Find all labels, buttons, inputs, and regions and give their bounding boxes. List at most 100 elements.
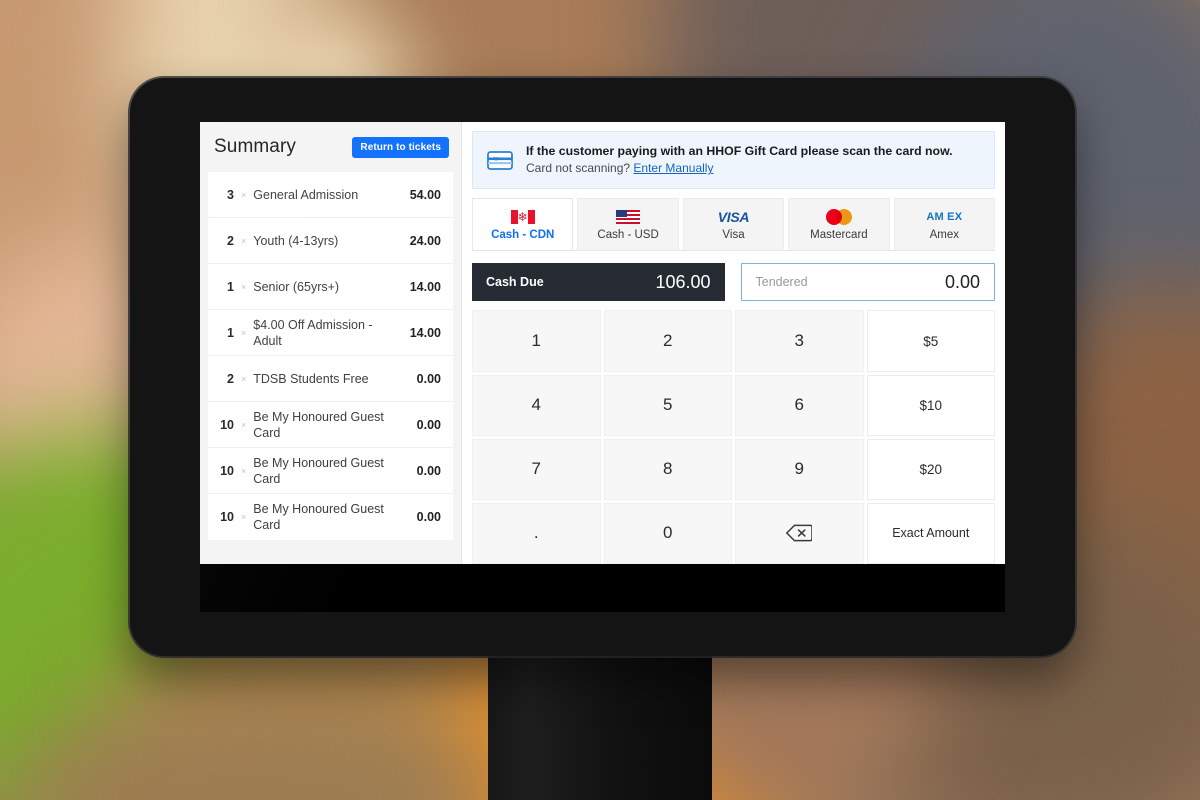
monitor-screen: Summary Return to tickets 3 × General Ad… (200, 122, 1005, 612)
key-label: 1 (531, 331, 541, 351)
canada-flag-icon: ❄ (510, 209, 535, 226)
key-label: 6 (794, 395, 804, 415)
key-0[interactable]: 0 (603, 502, 732, 564)
summary-row-price: 54.00 (409, 187, 441, 202)
summary-row-qty: 2 (227, 371, 234, 386)
key-label: 9 (794, 459, 804, 479)
pos-application: Summary Return to tickets 3 × General Ad… (200, 122, 1005, 564)
monitor-bezel: Summary Return to tickets 3 × General Ad… (130, 78, 1075, 656)
usa-flag-icon (616, 209, 641, 226)
summary-row[interactable]: 3 × General Admission 54.00 (208, 172, 453, 218)
tab-mastercard[interactable]: Mastercard (788, 198, 890, 251)
summary-row-name: Be My Honoured Guest Card (253, 502, 384, 532)
summary-row-name: $4.00 Off Admission - Adult (253, 317, 373, 348)
tab-amex[interactable]: AM EX Amex (893, 198, 996, 251)
banner-primary-text: If the customer paying with an HHOF Gift… (526, 144, 953, 158)
summary-row-name: Be My Honoured Guest Card (253, 455, 384, 486)
payment-panel: If the customer paying with an HHOF Gift… (462, 122, 1005, 564)
multiply-icon: × (241, 373, 247, 384)
summary-row-qty: 10 (220, 417, 234, 432)
summary-row[interactable]: 10 × Be My Honoured Guest Card 0.00 (208, 448, 453, 494)
summary-row-price: 14.00 (409, 325, 441, 340)
key-label: Exact Amount (892, 526, 970, 541)
multiply-icon: × (241, 419, 247, 430)
tendered-label: Tendered (755, 275, 808, 290)
visa-logo-icon: VISA (717, 209, 750, 226)
multiply-icon: × (241, 189, 247, 200)
tab-cash-cdn[interactable]: ❄ Cash - CDN (472, 198, 574, 251)
enter-manually-link[interactable]: Enter Manually (633, 161, 713, 175)
summary-row-price: 0.00 (416, 463, 441, 478)
payment-method-tabs: ❄ Cash - CDN Cash - USD VISA Visa Master… (472, 198, 996, 252)
summary-row-qty: 3 (227, 187, 234, 202)
key-3[interactable]: 3 (735, 310, 864, 372)
summary-row-name: Senior (65yrs+) (253, 279, 340, 294)
summary-row[interactable]: 2 × TDSB Students Free 0.00 (208, 356, 453, 402)
tab-label: Mastercard (810, 228, 868, 241)
key-5[interactable]: 5 (603, 374, 732, 436)
banner-secondary-text: Card not scanning? Enter Manually (526, 160, 953, 177)
mastercard-logo-icon (825, 209, 852, 226)
numeric-keypad: 1 2 3 $5 4 5 6 $10 7 8 9 $20. 0 Exact Amount (472, 310, 995, 564)
amount-row: Cash Due 106.00 Tendered 0.00 (472, 263, 995, 302)
amex-logo-icon: AM EX (926, 211, 963, 224)
key-10[interactable]: $10 (866, 374, 995, 436)
multiply-icon: × (241, 327, 247, 338)
summary-row-name: General Admission (253, 187, 359, 202)
summary-row-price: 24.00 (409, 233, 441, 248)
key-2[interactable]: 2 (603, 310, 732, 372)
page-title: Summary (214, 136, 296, 157)
key-7[interactable]: 7 (472, 438, 601, 500)
multiply-icon: × (241, 465, 247, 476)
tab-label: Cash - CDN (491, 228, 555, 241)
summary-row[interactable]: 10 × Be My Honoured Guest Card 0.00 (208, 494, 453, 540)
tab-label: Visa (722, 228, 745, 241)
summary-row[interactable]: 2 × Youth (4-13yrs) 24.00 (208, 218, 453, 264)
key-decimal[interactable]: . (472, 502, 601, 564)
return-to-tickets-button[interactable]: Return to tickets (352, 136, 449, 158)
giftcard-scan-banner: If the customer paying with an HHOF Gift… (472, 131, 995, 190)
key-label: 3 (794, 331, 804, 351)
tendered-value: 0.00 (944, 271, 980, 292)
tab-visa[interactable]: VISA Visa (682, 198, 785, 251)
key-8[interactable]: 8 (603, 438, 732, 500)
key-label: 2 (663, 331, 673, 351)
tab-cash-usd[interactable]: Cash - USD (577, 198, 679, 251)
backspace-icon[interactable] (735, 502, 864, 564)
key-5[interactable]: $5 (866, 310, 995, 372)
summary-row-qty: 2 (227, 233, 234, 248)
monitor-stand (488, 650, 712, 800)
key-label: . (533, 523, 539, 543)
key-exact-amount[interactable]: Exact Amount (866, 502, 995, 564)
tendered-input[interactable]: Tendered 0.00 (740, 263, 995, 302)
banner-text: If the customer paying with an HHOF Gift… (526, 143, 953, 177)
summary-row[interactable]: 1 × Senior (65yrs+) 14.00 (208, 264, 453, 310)
summary-row-qty: 10 (220, 510, 234, 524)
summary-row-qty: 1 (227, 325, 234, 340)
cash-due-value: 106.00 (655, 271, 711, 292)
key-label: $10 (919, 397, 943, 413)
key-6[interactable]: 6 (735, 374, 864, 436)
key-9[interactable]: 9 (735, 438, 864, 500)
key-label: 0 (663, 523, 673, 543)
summary-header: Summary Return to tickets (200, 122, 461, 172)
gift-card-icon (487, 150, 513, 170)
key-label: 7 (531, 459, 541, 479)
key-20[interactable]: $20 (866, 438, 995, 500)
summary-list: 3 × General Admission 54.00 2 × Youth (4… (200, 172, 461, 564)
tab-label: Amex (929, 228, 960, 241)
multiply-icon: × (241, 281, 247, 292)
summary-row-name: TDSB Students Free (253, 371, 369, 386)
key-label: 8 (663, 459, 673, 479)
summary-row-price: 14.00 (409, 279, 441, 294)
key-4[interactable]: 4 (472, 374, 601, 436)
summary-row-qty: 10 (220, 463, 234, 478)
key-label: 4 (531, 395, 541, 415)
summary-row[interactable]: 1 × $4.00 Off Admission - Adult 14.00 (208, 310, 453, 356)
key-label: $5 (923, 333, 939, 349)
summary-row-price: 0.00 (416, 371, 441, 386)
tab-label: Cash - USD (597, 228, 659, 241)
cash-due-display: Cash Due 106.00 (472, 263, 725, 302)
summary-row[interactable]: 10 × Be My Honoured Guest Card 0.00 (208, 402, 453, 448)
key-1[interactable]: 1 (472, 310, 601, 372)
